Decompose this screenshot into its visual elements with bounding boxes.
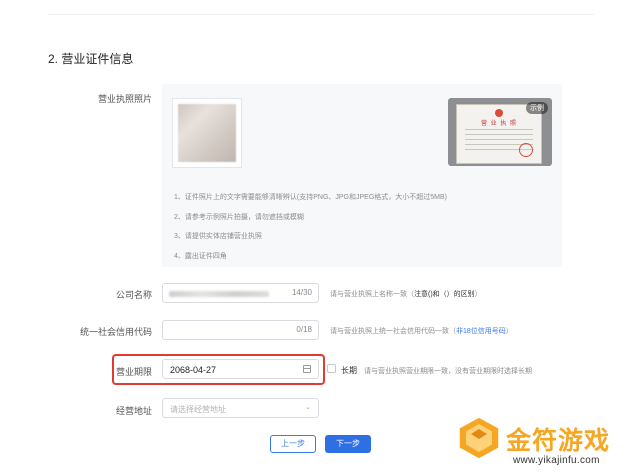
chevron-down-icon: ⌄ — [305, 404, 311, 411]
tip-item: 4、露出证件四角 — [174, 252, 227, 260]
license-photo-panel: 营 业 执 照 示例 1、证件照片上的文字需要能够清晰辨认(支持PNG、JPG和… — [162, 84, 562, 267]
long-term-checkbox[interactable] — [327, 364, 336, 373]
section-title: 2. 营业证件信息 — [48, 52, 134, 66]
example-license-image: 营 业 执 照 示例 — [448, 98, 552, 166]
prev-step-button[interactable]: 上一步 — [270, 435, 316, 453]
company-name-hint: 请与营业执照上名称一致（注意()和（）的区别） — [330, 291, 482, 298]
top-divider — [48, 14, 594, 15]
national-emblem-icon — [495, 109, 503, 117]
company-name-value-redacted — [169, 291, 269, 297]
tip-item: 2、请参考示例照片拍摄，请勿遮挡或模糊 — [174, 213, 304, 221]
credit-code-counter: 0/18 — [296, 325, 312, 334]
credit-code-label: 统一社会信用代码 — [79, 327, 152, 337]
license-upload-box[interactable] — [172, 98, 242, 168]
company-name-label: 公司名称 — [115, 290, 152, 300]
example-badge: 示例 — [526, 102, 548, 114]
business-term-value: 2068-04-27 — [170, 365, 217, 375]
upload-tips: 1、证件照片上的文字需要能够清晰辨认(支持PNG、JPG和JPEG格式，大小不超… — [174, 188, 447, 266]
address-select[interactable]: 请选择经营地址 ⌄ — [162, 398, 319, 418]
license-photo-label: 营业执照照片 — [97, 94, 152, 104]
watermark-logo-icon — [458, 416, 500, 460]
credit-code-hint: 请与营业执照上统一社会信用代码一致（非18位信用号码） — [330, 328, 513, 335]
company-name-counter: 14/30 — [291, 288, 312, 297]
business-term-label: 营业期限 — [115, 367, 152, 377]
business-term-hint: 请与营业执照营业期限一致，没有营业期限时选择长期 — [364, 368, 532, 375]
next-step-button[interactable]: 下一步 — [325, 435, 371, 453]
stamp-icon — [519, 143, 533, 157]
calendar-icon[interactable] — [303, 365, 311, 373]
watermark-url: www.yikajinfu.com — [513, 455, 600, 466]
tip-item: 3、请提供实体店铺营业执照 — [174, 233, 262, 240]
credit-code-input[interactable]: 0/18 — [162, 320, 319, 340]
address-label: 经营地址 — [115, 406, 152, 416]
tip-item: 1、证件照片上的文字需要能够清晰辨认(支持PNG、JPG和JPEG格式，大小不超… — [174, 194, 448, 201]
watermark: 金符游戏 www.yikajinfu.com — [456, 415, 632, 470]
non-18-digit-code-link[interactable]: 非18位信用号码 — [456, 328, 506, 335]
watermark-text: 金符游戏 — [506, 426, 611, 455]
example-license-title: 营 业 执 照 — [480, 121, 517, 127]
company-name-input[interactable]: 14/30 — [162, 283, 319, 303]
business-term-date-picker[interactable]: 2068-04-27 — [162, 359, 319, 379]
long-term-label[interactable]: 长期 — [341, 365, 357, 376]
uploaded-license-thumbnail — [178, 104, 236, 162]
address-placeholder: 请选择经营地址 — [170, 405, 226, 414]
